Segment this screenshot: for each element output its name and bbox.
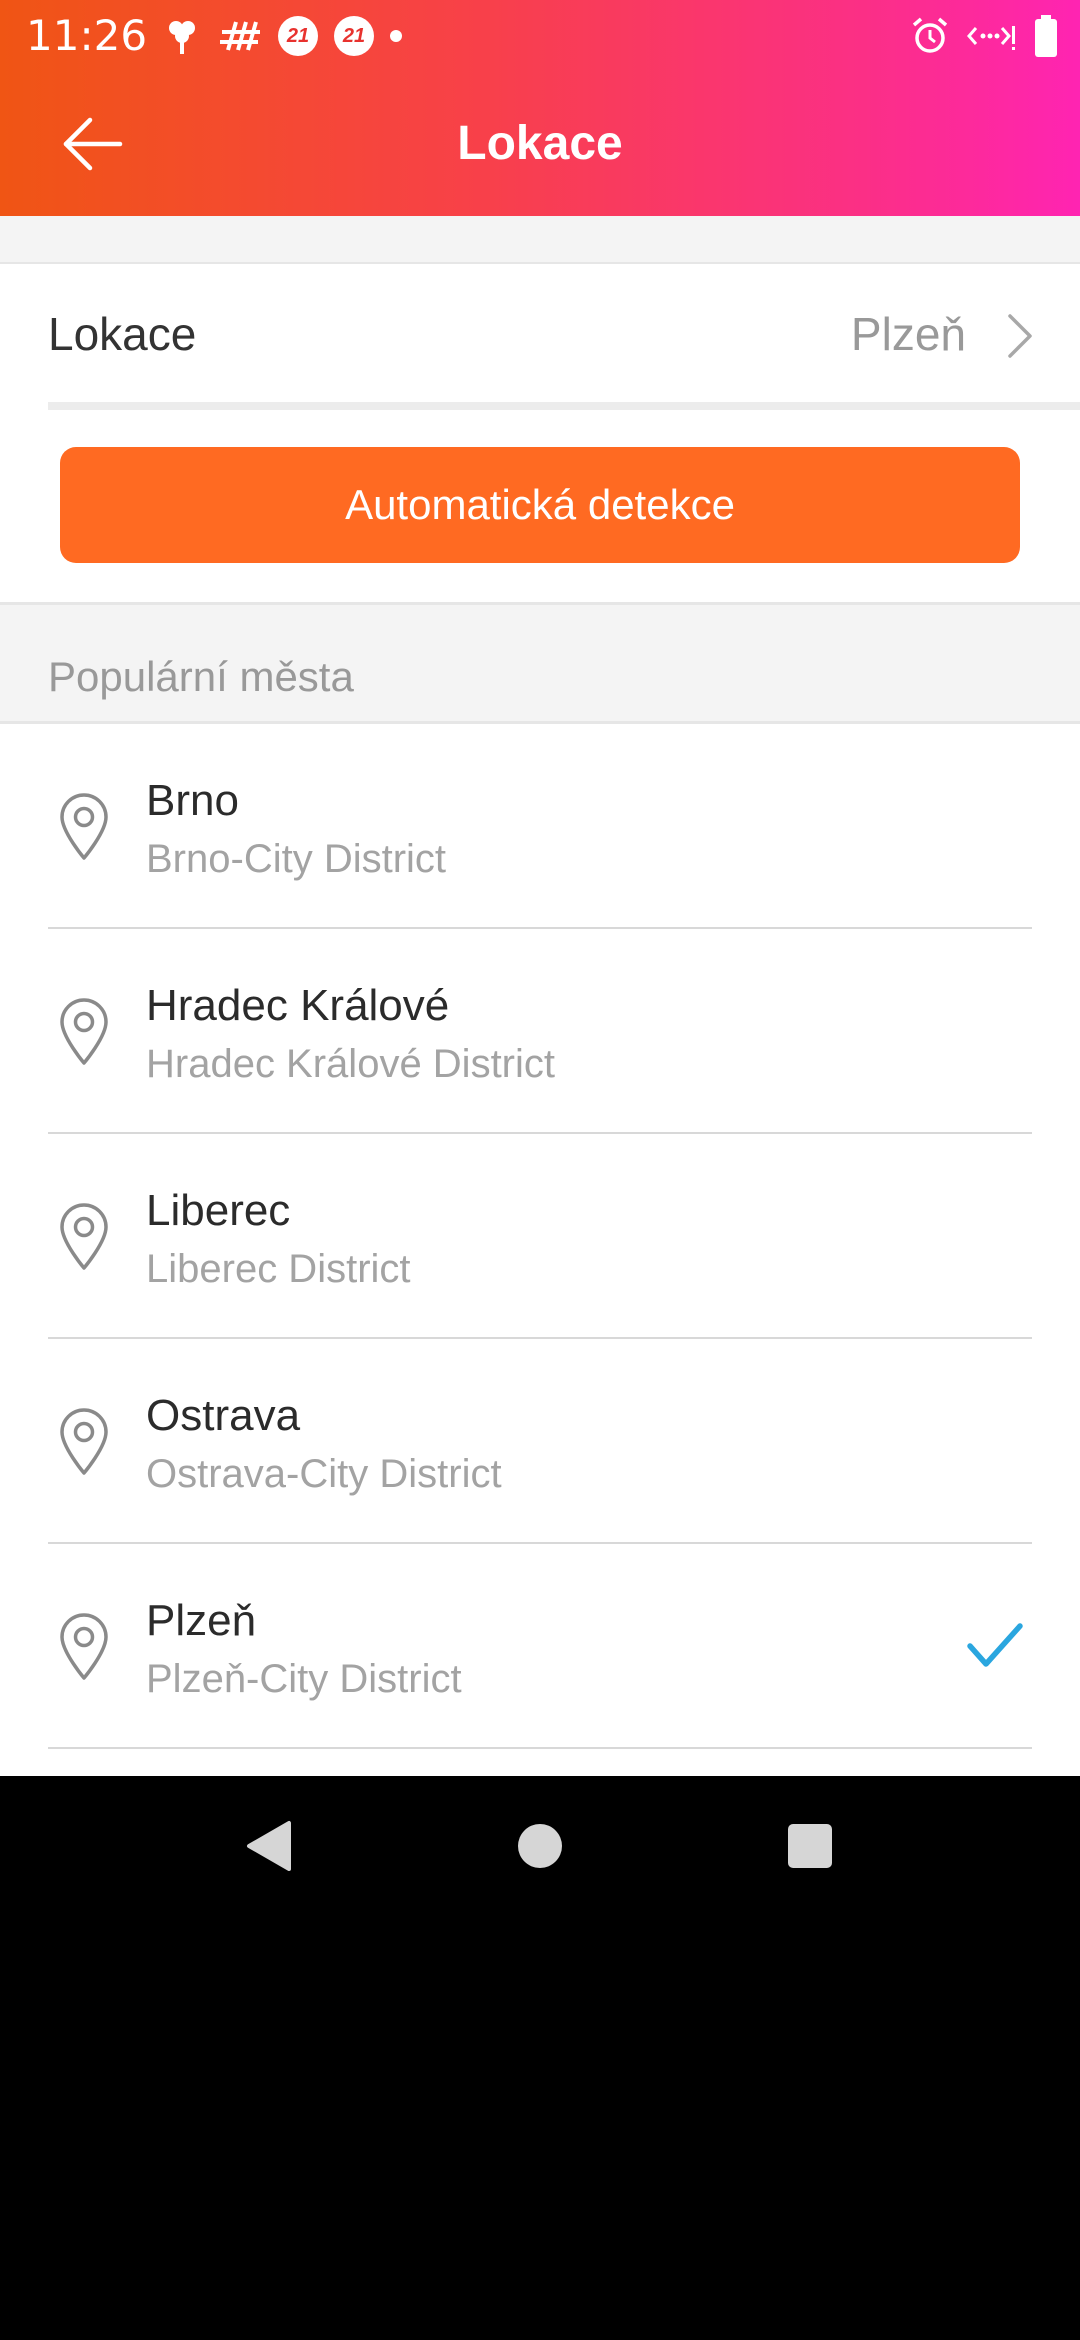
- city-name: Plzeň: [146, 1596, 257, 1645]
- city-district: Plzeň-City District: [146, 1657, 462, 1701]
- popular-cities-title: Populární města: [48, 653, 354, 700]
- battery-icon: [1034, 12, 1058, 60]
- notification-icons: 21 21: [162, 12, 418, 60]
- city-item-liberec[interactable]: Liberec Liberec District: [0, 1134, 1080, 1339]
- badge-21-label: 21: [278, 16, 318, 56]
- map-pin-icon: [60, 1203, 108, 1270]
- location-value: Plzeň: [850, 308, 966, 360]
- checkmark-icon: [967, 1623, 1023, 1667]
- navigation-bar: [0, 1776, 1080, 1916]
- auto-detect-button[interactable]: Automatická detekce: [60, 447, 1020, 563]
- city-district: Hradec Králové District: [146, 1042, 556, 1086]
- city-item-ostrava[interactable]: Ostrava Ostrava-City District: [0, 1339, 1080, 1544]
- page-title: Lokace: [457, 117, 623, 170]
- status-bar: 11:26 21 21: [0, 0, 1080, 72]
- screen: 11:26 21 21 Lokace Lokace Plzeň Automati…: [0, 0, 1080, 1776]
- app-bar: Lokace: [0, 72, 1080, 216]
- location-row[interactable]: Lokace Plzeň: [0, 264, 1080, 404]
- divider: [48, 402, 1080, 410]
- section-gap: [0, 216, 1080, 264]
- city-district: Brno-City District: [146, 837, 447, 881]
- city-district: Ostrava-City District: [146, 1452, 502, 1496]
- hashtag-icon: [218, 12, 262, 60]
- city-item-brno[interactable]: Brno Brno-City District: [0, 724, 1080, 929]
- map-pin-icon: [60, 793, 108, 860]
- square-recents-icon: [788, 1824, 832, 1868]
- badge-21-icon: 21: [334, 12, 374, 60]
- city-item-hradec-kralove[interactable]: Hradec Králové Hradec Králové District: [0, 929, 1080, 1134]
- location-label: Lokace: [48, 308, 197, 360]
- popular-cities-header: Populární města: [0, 602, 1080, 724]
- city-name: Liberec: [146, 1186, 291, 1235]
- data-saver-icon: [966, 12, 1018, 60]
- header: 11:26 21 21 Lokace: [0, 0, 1080, 216]
- more-dot-icon: [390, 12, 402, 60]
- flower-icon: [162, 12, 202, 60]
- map-pin-icon: [60, 998, 108, 1065]
- alarm-icon: [910, 12, 950, 60]
- map-pin-icon: [60, 1408, 108, 1475]
- city-district: Liberec District: [146, 1247, 411, 1291]
- system-icons: [910, 12, 1058, 60]
- city-name: Brno: [146, 776, 239, 825]
- nav-recents-button[interactable]: [730, 1776, 890, 1916]
- triangle-back-icon: [247, 1821, 291, 1871]
- city-name: Hradec Králové: [146, 981, 450, 1030]
- city-item-plzen[interactable]: Plzeň Plzeň-City District: [0, 1544, 1080, 1749]
- badge-21-icon: 21: [278, 12, 318, 60]
- chevron-right-icon: [1008, 314, 1032, 358]
- circle-home-icon: [518, 1824, 562, 1868]
- map-pin-icon: [60, 1613, 108, 1680]
- badge-21-label: 21: [334, 16, 374, 56]
- city-name: Ostrava: [146, 1391, 301, 1440]
- nav-home-button[interactable]: [460, 1776, 620, 1916]
- city-list: Brno Brno-City District Hradec Králové H…: [0, 724, 1080, 1749]
- status-time: 11:26: [26, 11, 148, 60]
- nav-back-button[interactable]: [188, 1776, 348, 1916]
